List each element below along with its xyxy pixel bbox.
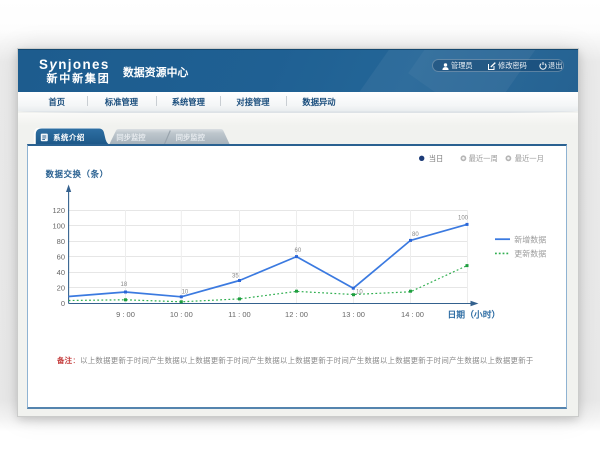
svg-text:日期（小时）: 日期（小时） xyxy=(448,308,501,319)
svg-text:11 : 00: 11 : 00 xyxy=(228,310,250,319)
svg-text:9 : 00: 9 : 00 xyxy=(116,310,135,319)
svg-text:100: 100 xyxy=(458,216,469,222)
svg-text:18: 18 xyxy=(121,282,128,288)
svg-text:当日: 当日 xyxy=(429,154,444,163)
svg-text:10: 10 xyxy=(356,290,363,296)
svg-text:数据交换（条）: 数据交换（条） xyxy=(46,169,109,179)
svg-text:80: 80 xyxy=(57,237,65,246)
svg-text:新增数据: 新增数据 xyxy=(514,234,546,244)
svg-text:10 : 00: 10 : 00 xyxy=(170,310,193,319)
svg-text:最近一周: 最近一周 xyxy=(469,154,498,163)
svg-text:60: 60 xyxy=(295,248,302,254)
svg-text:14 : 00: 14 : 00 xyxy=(401,310,424,319)
svg-text:10: 10 xyxy=(182,290,189,296)
svg-text:同步监控: 同步监控 xyxy=(176,133,206,142)
svg-text:35: 35 xyxy=(232,274,239,280)
svg-text:20: 20 xyxy=(57,284,65,293)
svg-text:系统介绍: 系统介绍 xyxy=(53,132,85,142)
svg-text:0: 0 xyxy=(61,299,65,308)
svg-text:更新数据: 更新数据 xyxy=(514,249,546,259)
svg-text:120: 120 xyxy=(52,206,65,215)
svg-text:12 : 00: 12 : 00 xyxy=(285,310,308,319)
svg-text:80: 80 xyxy=(412,232,419,238)
svg-text:60: 60 xyxy=(57,253,65,262)
svg-text:13 : 00: 13 : 00 xyxy=(342,310,365,319)
svg-text:同步监控: 同步监控 xyxy=(116,133,146,142)
svg-text:100: 100 xyxy=(52,222,65,231)
svg-text:40: 40 xyxy=(57,268,65,277)
svg-text:最近一月: 最近一月 xyxy=(515,154,544,163)
